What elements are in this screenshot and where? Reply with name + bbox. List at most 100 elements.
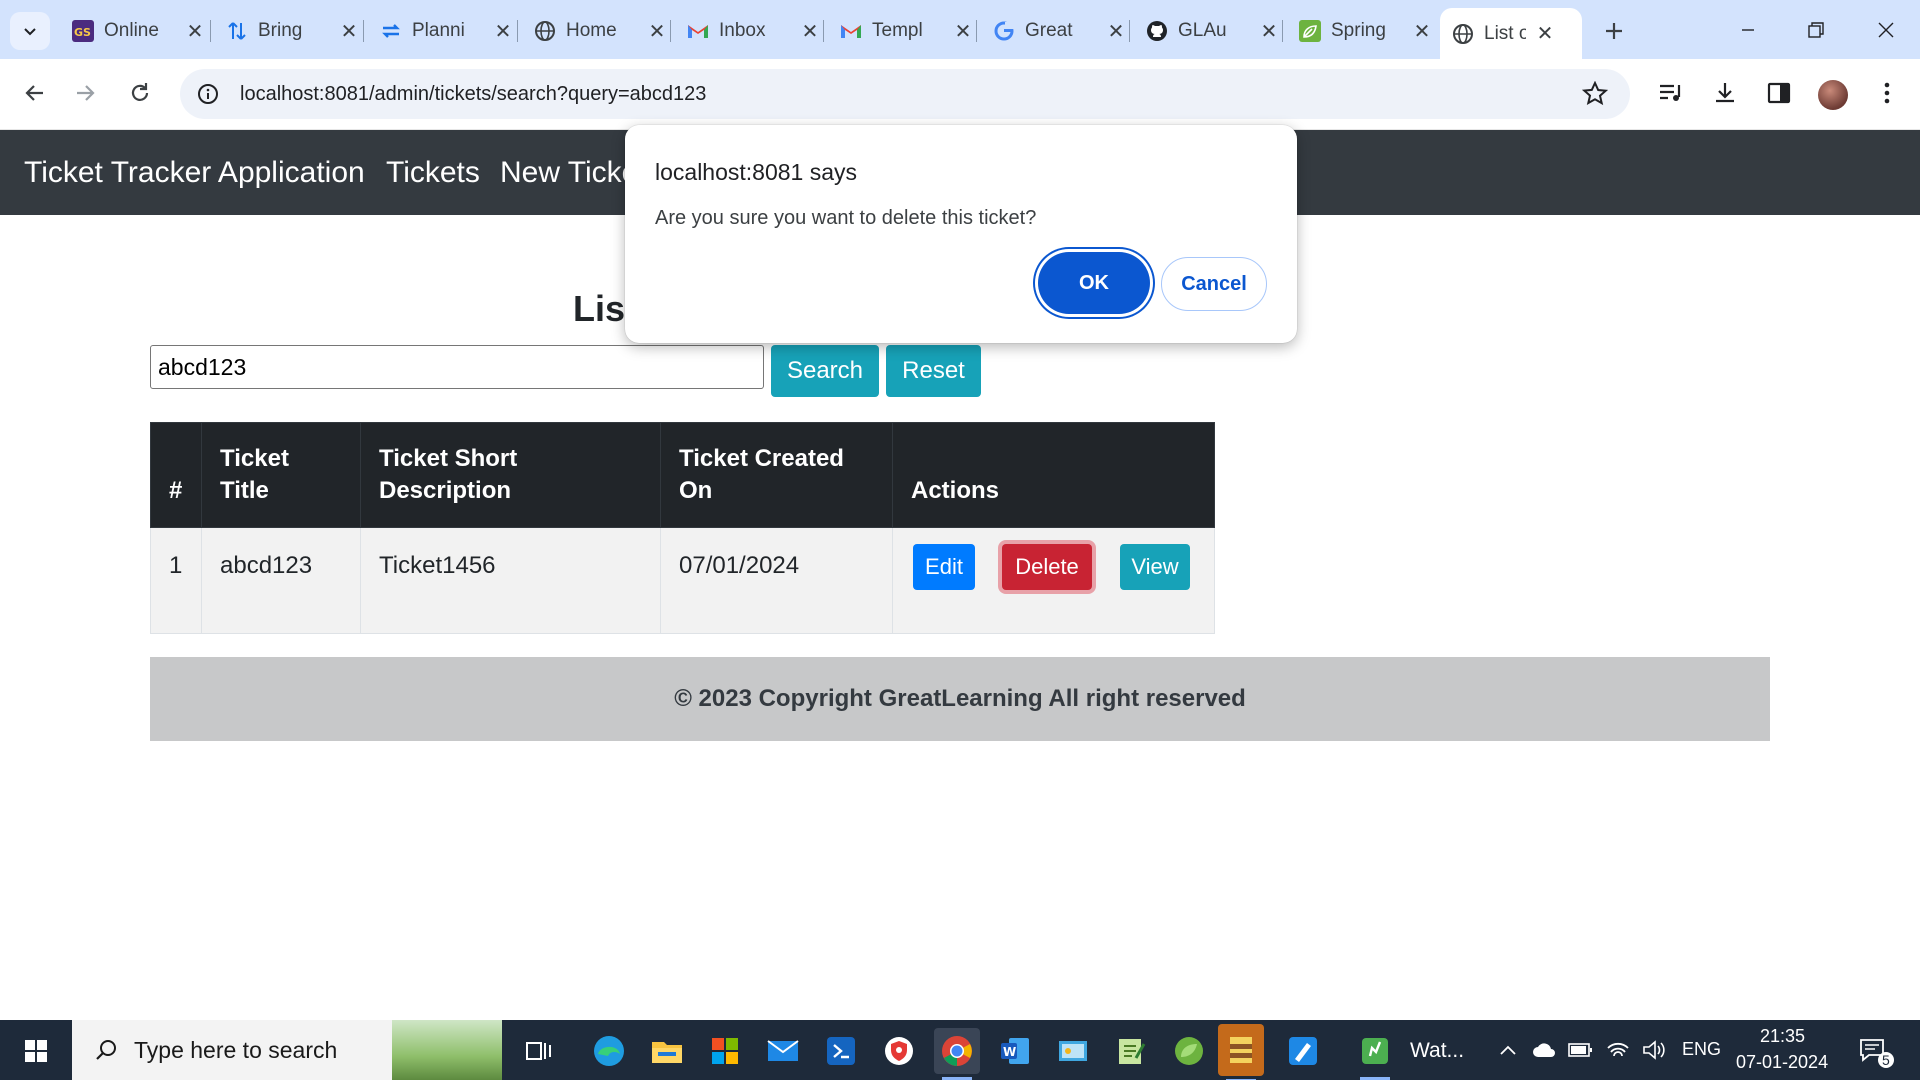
tab-title: Spring bbox=[1331, 20, 1386, 41]
reload-button[interactable] bbox=[120, 73, 160, 113]
tickets-table: # Ticket Title Ticket Short Description … bbox=[150, 422, 1215, 634]
browser-tab[interactable]: GLAu ✕ bbox=[1134, 10, 1292, 52]
arrow-right-icon bbox=[77, 85, 95, 101]
browser-tab[interactable]: Templ ✕ bbox=[828, 10, 986, 52]
back-button[interactable] bbox=[14, 73, 54, 113]
mail-icon[interactable] bbox=[760, 1028, 806, 1074]
tab-divider bbox=[210, 20, 211, 42]
view-button[interactable]: View bbox=[1120, 544, 1190, 590]
leaf-icon bbox=[1299, 20, 1321, 42]
navbar-brand[interactable]: Ticket Tracker Application bbox=[24, 156, 365, 190]
cell-created-on: 07/01/2024 bbox=[660, 527, 893, 634]
google-icon bbox=[993, 20, 1015, 42]
close-icon[interactable]: ✕ bbox=[1258, 20, 1280, 43]
spring-tool-suite-icon[interactable] bbox=[1166, 1028, 1212, 1074]
vpn-shield-icon[interactable] bbox=[876, 1028, 922, 1074]
close-window-button[interactable] bbox=[1858, 10, 1914, 50]
nav-link-tickets[interactable]: Tickets bbox=[386, 156, 480, 190]
whatsapp-app-icon[interactable] bbox=[1352, 1028, 1398, 1080]
taskbar-search-box[interactable]: Type here to search bbox=[72, 1020, 502, 1080]
edge-icon[interactable] bbox=[586, 1028, 632, 1074]
tab-divider bbox=[823, 20, 824, 42]
bookmark-star-icon[interactable] bbox=[1581, 80, 1609, 107]
browser-tab[interactable]: Great ✕ bbox=[981, 10, 1139, 52]
tab-divider bbox=[1129, 20, 1130, 42]
table-header-row: # Ticket Title Ticket Short Description … bbox=[150, 422, 1215, 528]
cell-number: 1 bbox=[150, 527, 202, 634]
tab-title: Home bbox=[566, 20, 617, 41]
search-highlight-image bbox=[392, 1020, 502, 1080]
more-menu-icon[interactable] bbox=[1870, 76, 1904, 110]
close-icon[interactable]: ✕ bbox=[646, 20, 668, 43]
dialog-title: localhost:8081 says bbox=[655, 159, 858, 185]
task-view-icon[interactable] bbox=[516, 1028, 562, 1074]
clock-time[interactable]: 21:35 bbox=[1760, 1026, 1805, 1047]
browser-tab-active[interactable]: List of ✕ bbox=[1440, 8, 1582, 59]
word-icon[interactable]: W bbox=[992, 1028, 1038, 1074]
browser-tab[interactable]: Bring ✕ bbox=[214, 10, 372, 52]
browser-tab[interactable]: Inbox ✕ bbox=[675, 10, 833, 52]
tab-divider bbox=[517, 20, 518, 42]
minimize-icon bbox=[1742, 29, 1754, 31]
browser-tab[interactable]: GS Online ✕ bbox=[60, 10, 218, 52]
browser-tab[interactable]: Planni ✕ bbox=[368, 10, 526, 52]
info-icon[interactable] bbox=[186, 72, 230, 116]
close-icon[interactable]: ✕ bbox=[799, 20, 821, 43]
restore-icon bbox=[1808, 22, 1824, 38]
sync-arrows-icon bbox=[380, 20, 402, 42]
close-icon[interactable]: ✕ bbox=[1534, 23, 1556, 45]
tab-search-button[interactable] bbox=[10, 12, 50, 50]
browser-tab[interactable]: Home ✕ bbox=[522, 10, 680, 52]
dialog-cancel-button[interactable]: Cancel bbox=[1161, 257, 1267, 311]
file-explorer-icon[interactable] bbox=[644, 1028, 690, 1074]
windows-start-button[interactable] bbox=[14, 1034, 58, 1068]
column-header-created-on: Ticket Created On bbox=[660, 422, 893, 528]
tab-title: Bring bbox=[258, 20, 303, 41]
new-tab-button[interactable] bbox=[1597, 14, 1631, 48]
close-icon[interactable]: ✕ bbox=[338, 20, 360, 43]
side-panel-icon[interactable] bbox=[1762, 76, 1796, 110]
close-icon[interactable]: ✕ bbox=[184, 20, 206, 43]
close-icon[interactable]: ✕ bbox=[952, 20, 974, 43]
cell-title: abcd123 bbox=[201, 527, 361, 634]
tab-title: List of bbox=[1484, 22, 1526, 44]
tab-title: Online bbox=[104, 20, 159, 41]
download-icon[interactable] bbox=[1708, 76, 1742, 110]
notepad-plus-icon[interactable] bbox=[1108, 1028, 1154, 1074]
paint-icon[interactable] bbox=[1280, 1028, 1326, 1074]
address-bar[interactable]: localhost:8081/admin/tickets/search?quer… bbox=[180, 69, 1630, 119]
volume-icon[interactable] bbox=[1642, 1038, 1666, 1062]
wifi-icon[interactable] bbox=[1606, 1038, 1630, 1062]
minimize-button[interactable] bbox=[1720, 10, 1776, 50]
media-controls-icon[interactable] bbox=[1654, 76, 1688, 110]
winrar-icon[interactable] bbox=[1218, 1024, 1264, 1080]
running-app-label[interactable]: Wat... bbox=[1410, 1039, 1464, 1063]
close-icon[interactable]: ✕ bbox=[1411, 20, 1433, 43]
control-panel-icon[interactable] bbox=[1050, 1028, 1096, 1074]
tab-title: Templ bbox=[872, 20, 923, 41]
sort-arrows-icon bbox=[226, 20, 248, 42]
search-input[interactable] bbox=[150, 345, 764, 389]
browser-tab[interactable]: Spring ✕ bbox=[1287, 10, 1445, 52]
forward-button[interactable] bbox=[66, 73, 106, 113]
profile-avatar[interactable] bbox=[1818, 80, 1848, 110]
close-icon[interactable]: ✕ bbox=[492, 20, 514, 43]
chevron-down-icon bbox=[24, 28, 36, 36]
column-header-title: Ticket Title bbox=[201, 422, 361, 528]
clock-date[interactable]: 07-01-2024 bbox=[1736, 1052, 1828, 1073]
url-text: localhost:8081/admin/tickets/search?quer… bbox=[240, 82, 707, 105]
chevron-up-icon[interactable] bbox=[1496, 1038, 1520, 1062]
reset-button[interactable]: Reset bbox=[886, 345, 981, 397]
search-button[interactable]: Search bbox=[771, 345, 879, 397]
delete-button[interactable]: Delete bbox=[1002, 544, 1092, 590]
battery-icon[interactable] bbox=[1568, 1038, 1592, 1062]
dialog-ok-button[interactable]: OK bbox=[1038, 252, 1150, 314]
edit-button[interactable]: Edit bbox=[913, 544, 975, 590]
onedrive-cloud-icon[interactable] bbox=[1532, 1038, 1556, 1062]
close-icon[interactable]: ✕ bbox=[1105, 20, 1127, 43]
restore-button[interactable] bbox=[1788, 10, 1844, 50]
chrome-icon[interactable] bbox=[934, 1028, 980, 1080]
microsoft-store-icon[interactable] bbox=[702, 1028, 748, 1074]
visual-studio-icon[interactable] bbox=[818, 1028, 864, 1074]
language-indicator[interactable]: ENG bbox=[1682, 1039, 1721, 1060]
